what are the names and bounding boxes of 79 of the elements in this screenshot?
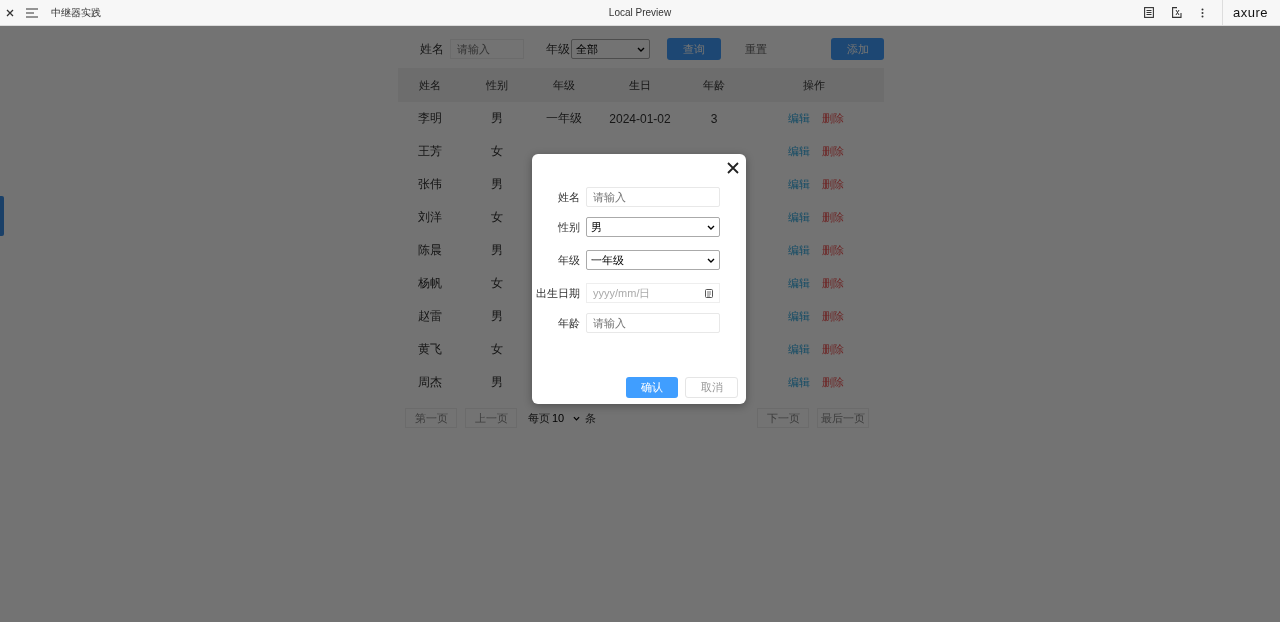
field-label: 年龄 [557,315,580,331]
delete-link[interactable]: 删除 [821,375,844,390]
column-header: 年级 [551,77,576,93]
add-button[interactable]: 添加 [831,38,884,60]
page-size-dropdown[interactable]: 10 [550,409,582,427]
calendar-icon [705,288,713,298]
column-header: 操作 [801,77,826,93]
column-header: 性别 [485,77,509,93]
table-cell-text: 黄飞 [417,341,443,358]
export-icon[interactable] [1171,7,1183,18]
field-label: 姓名 [557,189,580,205]
chevron-down-icon [707,257,715,263]
date-field[interactable]: yyyy/mm/日 [586,283,720,303]
delete-link[interactable]: 删除 [821,177,844,192]
table-cell-text: 张伟 [417,176,443,193]
delete-link[interactable]: 删除 [821,342,844,357]
edit-link[interactable]: 编辑 [787,243,810,258]
grade-dropdown[interactable]: 全部 [571,39,650,59]
table-cell-text: 刘洋 [417,209,443,226]
table-cell-text: 李明 [417,110,443,127]
table-cell-text: 女 [490,143,504,160]
dropdown[interactable]: 男 [586,217,720,237]
table-cell-text: 王芳 [417,143,443,160]
table-cell-text: 男 [490,242,504,259]
table-cell-text: 3 [709,111,719,126]
edit-link[interactable]: 编辑 [787,144,810,159]
input-field[interactable]: 请输入 [586,313,720,333]
input-field[interactable]: 请输入 [586,187,720,207]
dropdown[interactable]: 一年级 [586,250,720,270]
table-cell-text: 一年级 [544,110,583,127]
sidebar-handle[interactable] [0,196,4,236]
filter-label: 年级 [546,40,570,58]
edit-link[interactable]: 编辑 [787,210,810,225]
table-cell-text: 杨帆 [417,275,443,292]
table-cell-text: 周杰 [417,374,443,391]
chevron-down-icon [637,46,645,52]
table-cell-text: 男 [490,308,504,325]
edit-link[interactable]: 编辑 [787,342,810,357]
column-header: 姓名 [418,77,442,93]
delete-link[interactable]: 删除 [821,276,844,291]
chevron-down-icon [573,415,580,421]
field-label: 性别 [557,219,580,235]
project-title: 中继器实践 [51,5,101,20]
edit-link[interactable]: 编辑 [787,111,810,126]
document-icon[interactable] [1143,7,1154,18]
edit-link[interactable]: 编辑 [787,276,810,291]
chevron-down-icon [707,224,715,230]
table-cell-text: 赵雷 [417,308,443,325]
edit-link[interactable]: 编辑 [787,309,810,324]
cancel-button[interactable]: 取消 [685,377,738,398]
window-title: Local Preview [607,7,673,18]
page-size-unit: 条 [585,410,596,426]
confirm-button[interactable]: 确认 [626,377,679,398]
query-button[interactable]: 查询 [667,38,721,60]
table-cell-text: 女 [490,275,504,292]
table-cell-text: 女 [490,209,504,226]
table-cell-text: 陈晨 [417,242,443,259]
filter-label: 姓名 [420,40,444,58]
column-header: 生日 [628,77,652,93]
delete-link[interactable]: 删除 [821,144,844,159]
delete-link[interactable]: 删除 [821,243,844,258]
close-icon[interactable] [727,162,739,174]
table-cell-text: 2024-01-02 [608,111,672,126]
column-header: 年龄 [702,77,726,93]
menu-icon[interactable] [26,7,38,18]
field-label: 出生日期 [535,285,580,301]
brand-logo[interactable]: axure [1221,0,1280,25]
page-size-label: 每页 [528,410,550,426]
more-icon[interactable] [1200,7,1204,18]
edit-link[interactable]: 编辑 [787,177,810,192]
edit-link[interactable]: 编辑 [787,375,810,390]
field-label: 年级 [557,252,580,268]
table-cell-text: 女 [490,341,504,358]
table-cell-text: 男 [490,374,504,391]
delete-link[interactable]: 删除 [821,309,844,324]
delete-link[interactable]: 删除 [821,111,844,126]
table-cell-text: 男 [490,110,504,127]
delete-link[interactable]: 删除 [821,210,844,225]
table-cell-text: 男 [490,176,504,193]
